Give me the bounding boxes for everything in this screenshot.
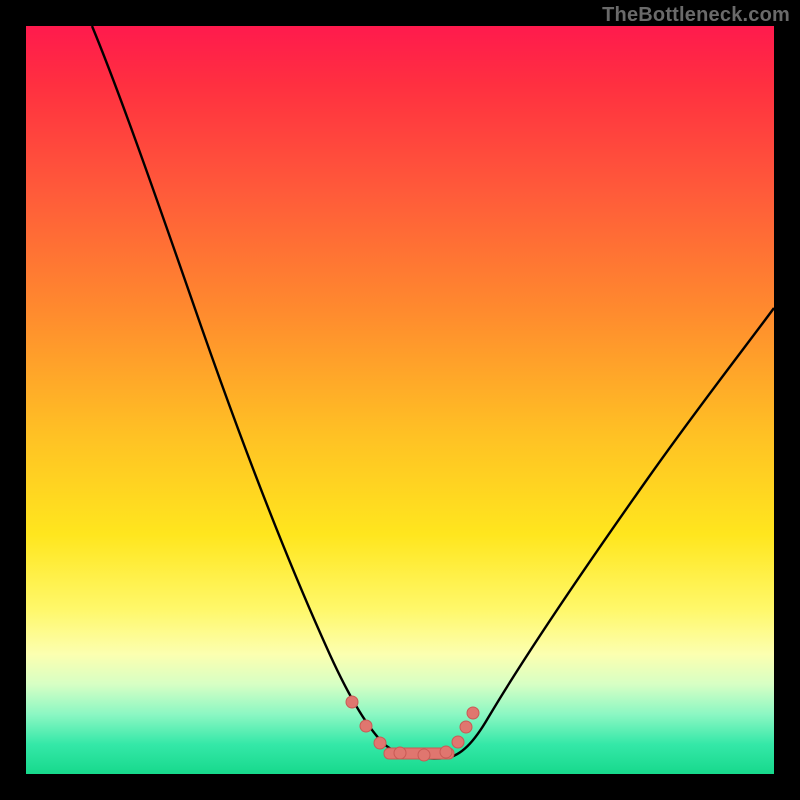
marker-dot xyxy=(460,721,472,733)
plot-area xyxy=(26,26,774,774)
bottleneck-curve xyxy=(92,26,774,758)
marker-dot xyxy=(467,707,479,719)
marker-dot xyxy=(360,720,372,732)
marker-dot xyxy=(394,747,406,759)
outer-frame: TheBottleneck.com xyxy=(0,0,800,800)
marker-dot xyxy=(452,736,464,748)
marker-group xyxy=(346,696,479,761)
watermark-text: TheBottleneck.com xyxy=(602,4,790,27)
marker-dot xyxy=(346,696,358,708)
marker-dot xyxy=(418,749,430,761)
marker-dot xyxy=(440,746,452,758)
marker-dot xyxy=(374,737,386,749)
chart-svg xyxy=(26,26,774,774)
